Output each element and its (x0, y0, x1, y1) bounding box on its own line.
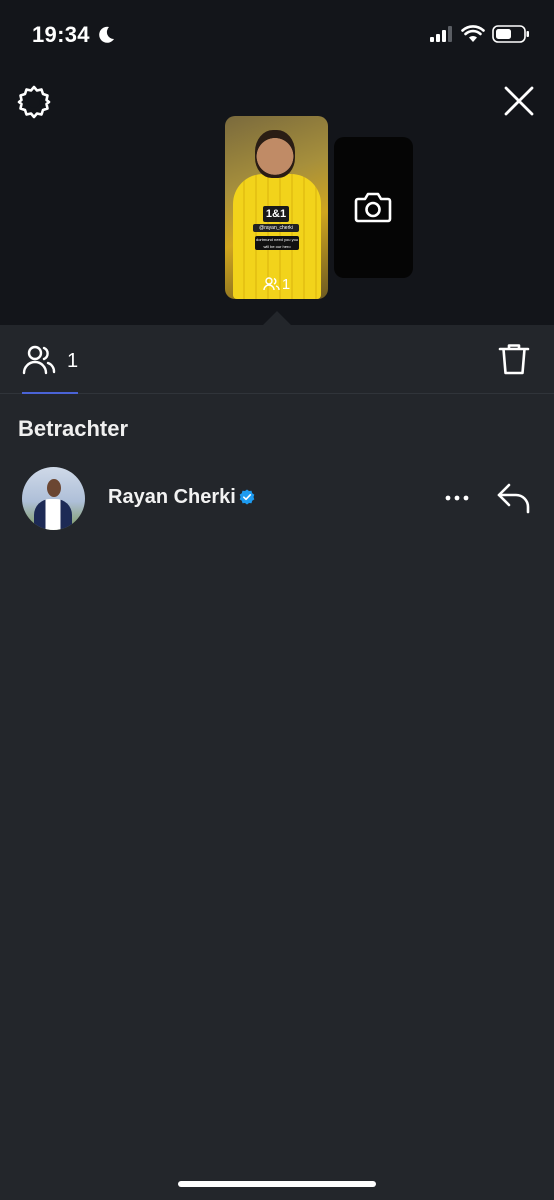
reply-icon[interactable] (496, 482, 532, 514)
avatar[interactable] (22, 467, 85, 530)
thumbnail-sponsor-logo: 1&1 (263, 206, 289, 222)
battery-icon (492, 25, 529, 43)
section-title: Betrachter (18, 416, 129, 441)
camera-icon (354, 192, 392, 223)
users-icon (22, 345, 56, 375)
thumbnail-caption: dortmund need you you will be our hero (255, 236, 299, 250)
thumbnail-viewer-count: 1 (225, 276, 328, 293)
users-icon (263, 277, 280, 291)
add-story-card[interactable] (334, 137, 413, 278)
story-thumbnail[interactable]: 1&1 @rayan_cherki dortmund need you you … (225, 116, 328, 299)
active-tab-indicator (22, 392, 78, 394)
viewer-tab-bar: 1 (0, 325, 554, 394)
signal-icon (430, 26, 452, 42)
viewer-list-item[interactable]: Rayan Cherki (0, 462, 554, 534)
moon-icon (99, 26, 114, 43)
close-icon[interactable] (502, 84, 536, 118)
avatar-body (34, 499, 72, 530)
avatar-head (47, 479, 61, 497)
verified-badge-icon (239, 489, 255, 505)
tab-viewers[interactable]: 1 (22, 341, 80, 393)
gear-icon[interactable] (16, 84, 52, 120)
viewer-name[interactable]: Rayan Cherki (108, 486, 236, 509)
thumbnail-player-head (255, 130, 295, 178)
wifi-icon (461, 25, 485, 42)
viewers-count: 1 (67, 350, 79, 372)
more-options-icon[interactable] (444, 494, 470, 502)
thumbnail-viewer-number: 1 (281, 276, 291, 293)
selection-pointer (263, 311, 291, 325)
trash-icon[interactable] (498, 342, 530, 376)
home-indicator (178, 1181, 376, 1187)
thumbnail-mention-tag: @rayan_cherki (253, 224, 299, 232)
status-time: 19:34 (32, 22, 90, 47)
story-preview-area: 19:34 1&1 @rayan_cherki dortmund need yo… (0, 0, 554, 325)
